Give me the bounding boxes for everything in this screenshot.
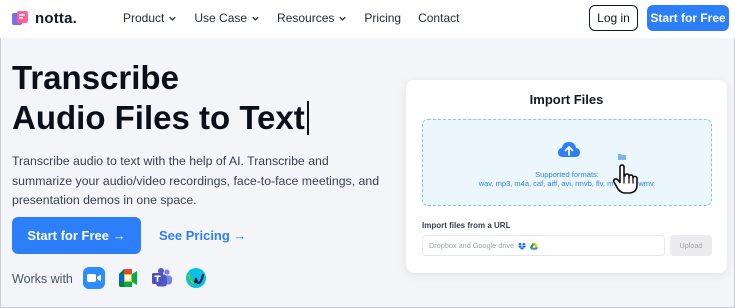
supported-formats-label: Supported formats: [535, 170, 599, 179]
hero-start-for-free-button[interactable]: Start for Free → [12, 217, 141, 254]
nav-pricing[interactable]: Pricing [364, 11, 401, 25]
nav-product[interactable]: Product [123, 11, 177, 25]
hero-description: Transcribe audio to text with the help o… [12, 154, 380, 207]
microsoft-teams-icon [152, 268, 172, 287]
google-drive-icon [530, 242, 539, 250]
file-drop-zone[interactable]: Supported formats: wav, mp3, m4a, caf, a… [422, 119, 712, 206]
login-button[interactable]: Log in [589, 5, 638, 31]
nav-use-case-label: Use Case [194, 11, 248, 25]
see-pricing-link[interactable]: See Pricing → [159, 228, 246, 243]
chevron-down-icon [252, 16, 259, 21]
main-menu: Product Use Case Resources Pricing Conta… [123, 11, 476, 25]
webex-icon [186, 268, 206, 288]
nav-contact[interactable]: Contact [418, 11, 459, 25]
chevron-down-icon [339, 16, 347, 21]
brand-logo[interactable]: notta. [12, 10, 77, 27]
nav-use-case[interactable]: Use Case [194, 11, 260, 25]
import-url-input[interactable]: Dropbox and Google drive [422, 235, 665, 256]
top-navigation: notta. Product Use Case Resources Pricin… [0, 0, 735, 38]
hero-title-line-2-wrap: Audio Files to Text [12, 98, 309, 138]
nav-contact-label: Contact [418, 11, 460, 25]
hero-title-line-1: Transcribe [12, 59, 179, 96]
works-with-label: Works with [12, 272, 73, 286]
cloud-upload-icon [558, 142, 580, 157]
hero-title-line-2: Audio Files to Text [12, 99, 305, 136]
import-files-title: Import Files [529, 92, 604, 107]
text-cursor [306, 101, 309, 135]
integrations-list [83, 267, 207, 289]
hero-title: Transcribe Audio Files to Text [12, 58, 309, 138]
brand-name: notta. [35, 10, 78, 27]
supported-formats-list: wav, mp3, m4a, caf, aiff, avi, rmvb, flv… [478, 179, 656, 188]
zoom-icon [83, 267, 105, 289]
nav-product-label: Product [123, 11, 165, 25]
chevron-down-icon [169, 16, 177, 21]
import-files-card: Import Files Supported formats: wav, mp3… [406, 80, 727, 273]
dropbox-icon [518, 242, 527, 250]
google-meet-icon [119, 269, 137, 287]
notta-logo-icon [12, 11, 28, 25]
pointer-hand-icon [612, 164, 638, 194]
import-url-placeholder: Dropbox and Google drive [429, 241, 515, 250]
nav-resources[interactable]: Resources [277, 11, 347, 25]
folder-icon [618, 154, 626, 160]
import-url-label: Import files from a URL [422, 221, 511, 230]
upload-button[interactable]: Upload [670, 235, 712, 256]
nav-pricing-label: Pricing [364, 11, 402, 25]
nav-resources-label: Resources [277, 11, 335, 25]
see-pricing-label: See Pricing → [159, 228, 247, 243]
start-for-free-button[interactable]: Start for Free [647, 5, 729, 31]
hero-start-label: Start for Free → [27, 228, 126, 243]
